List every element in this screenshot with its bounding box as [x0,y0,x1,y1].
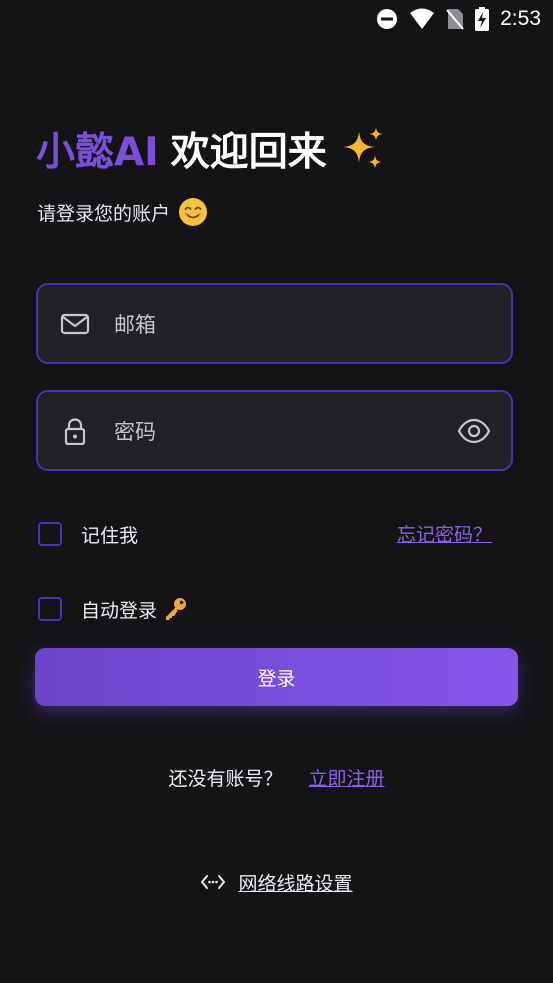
status-icons: 2:53 [376,6,541,32]
forgot-password-link[interactable]: 忘记密码？ [397,520,492,547]
auto-login-checkbox[interactable] [38,597,62,621]
lock-icon [64,418,86,445]
mail-icon [60,313,90,335]
battery-charging-icon [475,7,490,31]
sparkles-icon [342,127,383,169]
remember-me-label: 记住我 [81,524,139,547]
login-screen: 2:53 小懿AI 欢迎回来 请登录您的账户 邮箱 记住我 忘记密码？ 自动登录… [0,0,553,983]
brand-name: 小懿AI [36,130,159,175]
do-not-disturb-icon [377,9,398,29]
auto-login-row[interactable]: 自动登录 [38,594,189,624]
login-button[interactable]: 登录 [35,648,518,706]
register-prompt: 还没有账号？ [168,767,283,790]
email-input[interactable] [112,285,446,364]
remember-me-row[interactable]: 记住我 [38,519,138,549]
password-field[interactable] [36,390,513,471]
register-row: 还没有账号？ 立即注册 [0,762,553,792]
password-input[interactable] [112,392,446,471]
register-link[interactable]: 立即注册 [309,764,385,791]
code-icon [201,875,226,889]
network-settings-label[interactable]: 网络线路设置 [238,869,352,896]
page-subtitle: 请登录您的账户 [37,197,208,227]
welcome-text: 欢迎回来 [170,130,327,175]
status-time: 2:53 [500,7,541,30]
remember-me-checkbox[interactable] [38,522,62,546]
wifi-icon [410,8,435,29]
smiling-face-icon [179,198,208,226]
key-icon [166,598,187,620]
page-title: 小懿AI 欢迎回来 [36,122,387,176]
auto-login-label: 自动登录 [81,599,158,622]
no-sim-icon [446,9,464,30]
network-settings-link[interactable]: 网络线路设置 [0,867,553,897]
eye-icon[interactable] [457,417,491,445]
email-field[interactable] [36,283,513,364]
subtitle-text: 请登录您的账户 [37,202,171,225]
status-bar: 2:53 [0,0,553,38]
